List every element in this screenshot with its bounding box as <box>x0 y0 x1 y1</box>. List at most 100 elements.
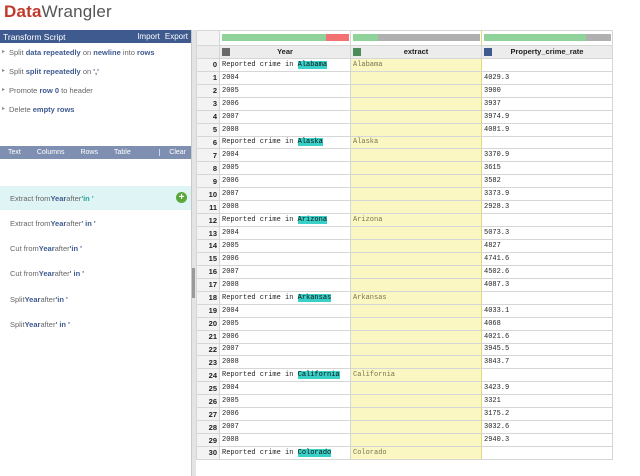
crime-rate-cell[interactable]: 2940.3 <box>481 433 613 447</box>
expand-arrow-icon[interactable]: ▸ <box>2 47 5 58</box>
crime-rate-cell[interactable]: 3175.2 <box>481 407 613 422</box>
extract-cell[interactable]: Alabama <box>350 57 482 72</box>
extract-cell[interactable] <box>350 420 482 435</box>
year-cell[interactable]: 2005 <box>219 83 351 98</box>
crime-rate-cell[interactable]: 4827 <box>481 239 613 253</box>
crime-rate-cell[interactable]: 3032.6 <box>481 420 613 435</box>
table-row[interactable]: 1 2004 4029.3 <box>196 70 613 85</box>
table-row[interactable]: 2 2005 3900 <box>196 83 613 98</box>
extract-cell[interactable] <box>350 264 482 279</box>
crime-rate-cell[interactable]: 3373.9 <box>481 187 613 202</box>
crime-rate-cell[interactable]: 3945.5 <box>481 342 613 357</box>
table-row[interactable]: 30 Reported crime in Colorado Colorado <box>196 446 613 460</box>
crime-rate-cell[interactable]: 5073.3 <box>481 226 613 240</box>
year-cell[interactable]: 2004 <box>219 70 351 85</box>
extract-cell[interactable] <box>350 200 482 215</box>
extract-cell[interactable] <box>350 433 482 447</box>
crime-rate-cell[interactable]: 4033.1 <box>481 303 613 318</box>
year-cell[interactable]: 2006 <box>219 174 351 189</box>
year-cell[interactable]: 2008 <box>219 122 351 137</box>
extract-cell[interactable] <box>350 109 482 124</box>
year-cell[interactable]: Reported crime in Alabama <box>219 57 351 72</box>
table-row[interactable]: 26 2005 3321 <box>196 394 613 409</box>
table-row[interactable]: 0 Reported crime in Alabama Alabama <box>196 57 613 72</box>
crime-rate-cell[interactable]: 3423.9 <box>481 381 613 396</box>
suggestion-item[interactable]: Extract from Year after 'in ' + <box>0 186 191 210</box>
crime-rate-cell[interactable]: 4029.3 <box>481 70 613 85</box>
extract-cell[interactable] <box>350 161 482 176</box>
year-cell[interactable]: Reported crime in California <box>219 368 351 383</box>
column-quality-bar[interactable] <box>481 30 613 46</box>
transform-step[interactable]: ▸ Delete empty rows <box>0 100 191 119</box>
import-link[interactable]: Import <box>137 32 160 41</box>
table-row[interactable]: 9 2006 3582 <box>196 174 613 189</box>
year-cell[interactable]: 2006 <box>219 407 351 422</box>
extract-cell[interactable]: Colorado <box>350 446 482 460</box>
year-cell[interactable]: 2008 <box>219 433 351 447</box>
extract-cell[interactable] <box>350 174 482 189</box>
year-cell[interactable]: 2004 <box>219 303 351 318</box>
year-cell[interactable]: Reported crime in Arizona <box>219 213 351 228</box>
crime-rate-cell[interactable] <box>481 446 613 460</box>
table-row[interactable]: 29 2008 2940.3 <box>196 433 613 447</box>
column-header-year[interactable]: Year <box>219 44 351 59</box>
extract-cell[interactable] <box>350 226 482 240</box>
export-link[interactable]: Export <box>165 32 188 41</box>
expand-arrow-icon[interactable]: ▸ <box>2 85 5 96</box>
expand-arrow-icon[interactable]: ▸ <box>2 66 5 77</box>
crime-rate-cell[interactable]: 4068 <box>481 316 613 331</box>
crime-rate-cell[interactable]: 4502.6 <box>481 264 613 279</box>
clear-button[interactable]: Clear <box>159 149 191 156</box>
crime-rate-cell[interactable]: 3582 <box>481 174 613 189</box>
year-cell[interactable]: 2005 <box>219 239 351 253</box>
resize-handle[interactable] <box>192 268 195 298</box>
crime-rate-cell[interactable]: 4087.3 <box>481 277 613 292</box>
extract-cell[interactable]: Arizona <box>350 213 482 228</box>
year-cell[interactable]: 2006 <box>219 329 351 344</box>
extract-cell[interactable] <box>350 342 482 357</box>
table-row[interactable]: 28 2007 3032.6 <box>196 420 613 435</box>
crime-rate-cell[interactable]: 3937 <box>481 96 613 111</box>
extract-cell[interactable] <box>350 381 482 396</box>
table-row[interactable]: 7 2004 3370.9 <box>196 148 613 163</box>
table-row[interactable]: 4 2007 3974.9 <box>196 109 613 124</box>
extract-cell[interactable] <box>350 251 482 266</box>
extract-cell[interactable] <box>350 316 482 331</box>
year-cell[interactable]: 2008 <box>219 355 351 370</box>
transform-step[interactable]: ▸ Split split repeatedly on ',' <box>0 62 191 81</box>
text-type-icon[interactable] <box>222 47 230 56</box>
op-rows[interactable]: Rows <box>72 149 106 156</box>
extract-cell[interactable] <box>350 148 482 163</box>
crime-rate-cell[interactable] <box>481 368 613 383</box>
table-row[interactable]: 25 2004 3423.9 <box>196 381 613 396</box>
year-cell[interactable]: 2004 <box>219 226 351 240</box>
table-row[interactable]: 24 Reported crime in California California <box>196 368 613 383</box>
extract-cell[interactable] <box>350 239 482 253</box>
year-cell[interactable]: 2006 <box>219 251 351 266</box>
crime-rate-cell[interactable]: 3843.7 <box>481 355 613 370</box>
add-suggestion-icon[interactable]: + <box>176 192 187 203</box>
table-row[interactable]: 15 2006 4741.6 <box>196 251 613 266</box>
year-cell[interactable]: 2007 <box>219 109 351 124</box>
crime-rate-cell[interactable] <box>481 213 613 228</box>
extract-cell[interactable] <box>350 122 482 137</box>
table-row[interactable]: 21 2006 4021.6 <box>196 329 613 344</box>
extract-cell[interactable] <box>350 96 482 111</box>
suggestion-item[interactable]: Split Year after ' in ' <box>0 313 191 337</box>
year-cell[interactable]: Reported crime in Colorado <box>219 446 351 460</box>
year-cell[interactable]: 2008 <box>219 277 351 292</box>
year-cell[interactable]: Reported crime in Alaska <box>219 135 351 150</box>
year-cell[interactable]: 2007 <box>219 420 351 435</box>
table-row[interactable]: 27 2006 3175.2 <box>196 407 613 422</box>
suggestion-item[interactable]: Cut from Year after 'in ' <box>0 237 191 261</box>
table-row[interactable]: 13 2004 5073.3 <box>196 226 613 240</box>
op-table[interactable]: Table <box>106 149 139 156</box>
crime-rate-cell[interactable]: 4741.6 <box>481 251 613 266</box>
extract-cell[interactable] <box>350 83 482 98</box>
extract-cell[interactable] <box>350 394 482 409</box>
crime-rate-cell[interactable]: 2928.3 <box>481 200 613 215</box>
column-header-property_crime_rate[interactable]: Property_crime_rate <box>481 44 613 59</box>
table-row[interactable]: 18 Reported crime in Arkansas Arkansas <box>196 290 613 305</box>
year-cell[interactable]: 2004 <box>219 148 351 163</box>
table-row[interactable]: 14 2005 4827 <box>196 239 613 253</box>
